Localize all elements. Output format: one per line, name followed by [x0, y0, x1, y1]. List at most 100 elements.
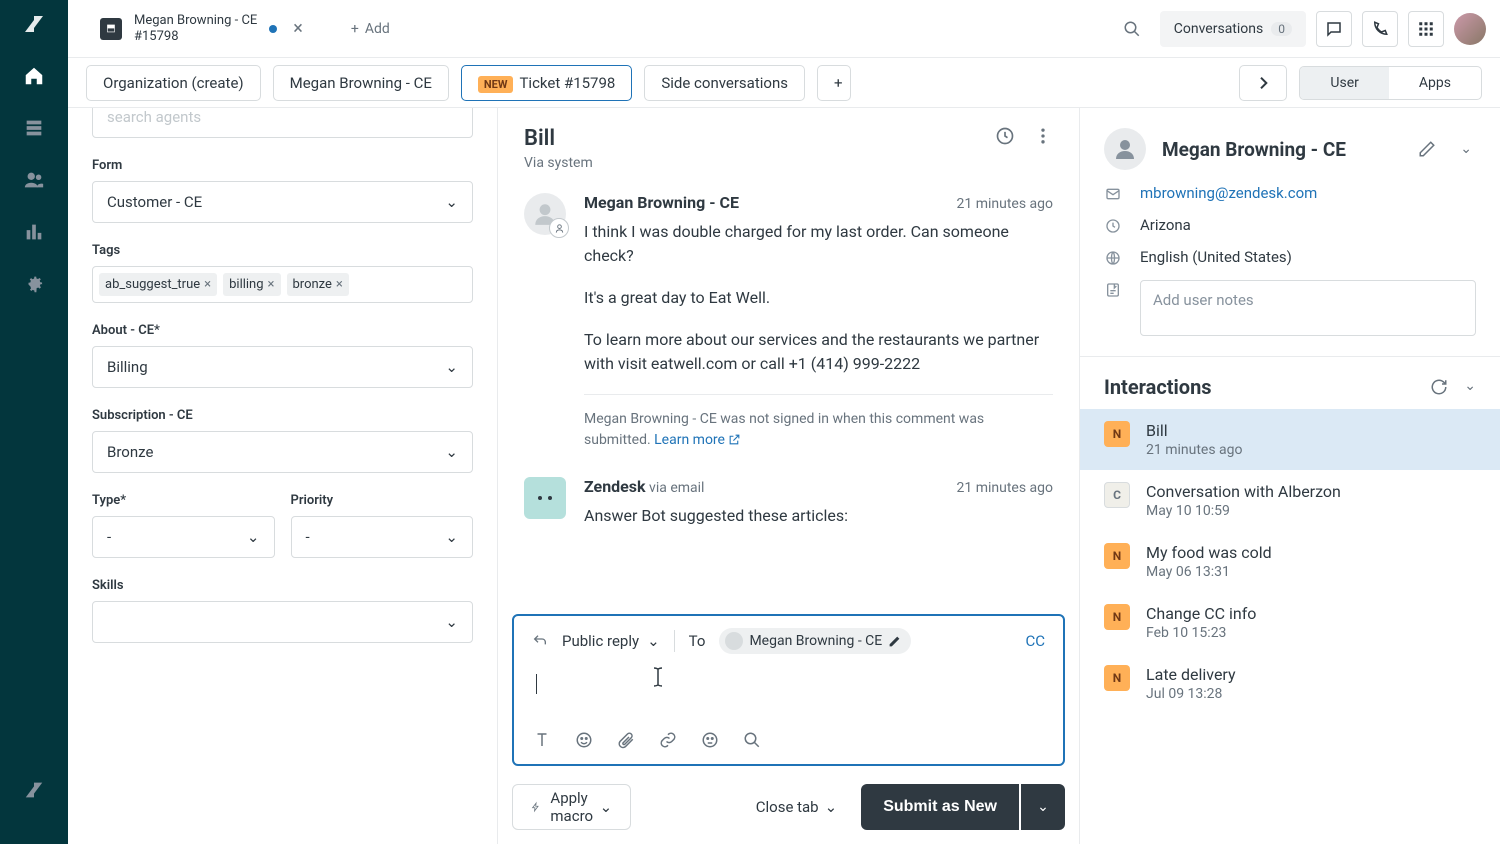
chevron-down-icon: ⌄ [445, 358, 458, 376]
add-label: Add [365, 21, 390, 37]
globe-icon [1104, 250, 1122, 266]
knowledge-icon[interactable] [700, 730, 720, 750]
toggle-user[interactable]: User [1300, 67, 1388, 99]
user-notes-textarea[interactable]: Add user notes [1140, 280, 1476, 336]
add-tab-button[interactable]: + Add [339, 15, 402, 43]
interaction-item[interactable]: N My food was coldMay 06 13:31 [1080, 531, 1500, 592]
user-email[interactable]: mbrowning@zendesk.com [1140, 184, 1317, 202]
submit-button[interactable]: Submit as New [861, 784, 1019, 830]
close-tab-dropdown[interactable]: Close tab ⌄ [746, 798, 847, 816]
home-icon[interactable] [22, 64, 46, 88]
tab-ticket[interactable]: NEWTicket #15798 [461, 65, 632, 101]
reply-arrow-icon [532, 633, 548, 649]
tab-organization[interactable]: Organization (create) [86, 65, 261, 101]
views-icon[interactable] [22, 116, 46, 140]
toggle-apps[interactable]: Apps [1389, 67, 1481, 99]
composer-textarea[interactable] [514, 666, 1063, 720]
search-composer-icon[interactable] [742, 730, 762, 750]
priority-select[interactable]: -⌄ [291, 516, 474, 558]
phone-icon-button[interactable] [1362, 11, 1398, 47]
interactions-list: N Bill21 minutes ago C Conversation with… [1080, 409, 1500, 714]
top-bar: ⬒ Megan Browning - CE #15798 × + Add Con… [68, 0, 1500, 58]
chevron-down-icon: ⌄ [445, 613, 458, 631]
reply-composer: Public reply ⌄ To Megan Browning - CE CC [512, 614, 1065, 766]
tag-chip[interactable]: bronze× [287, 273, 349, 296]
interactions-heading: Interactions [1104, 375, 1212, 399]
close-tab-icon[interactable]: × [289, 18, 307, 39]
apply-macro-dropdown[interactable]: Apply macro ⌄ [512, 784, 631, 830]
conversation-via: Via system [524, 155, 593, 171]
attachment-icon[interactable] [616, 730, 636, 750]
tab-ticket-label: Ticket #15798 [519, 74, 615, 92]
interaction-item[interactable]: C Conversation with AlberzonMay 10 10:59 [1080, 470, 1500, 531]
submit-dropdown[interactable]: ⌄ [1021, 784, 1065, 830]
context-tabs: Organization (create) Megan Browning - C… [68, 58, 1500, 108]
message-via: via email [646, 480, 705, 496]
workspace-tab[interactable]: ⬒ Megan Browning - CE #15798 × [90, 7, 317, 50]
ticket-tab-icon: ⬒ [100, 18, 122, 40]
collapse-icon[interactable]: ⌄ [1456, 137, 1476, 161]
clock-icon [1104, 218, 1122, 234]
tab-user[interactable]: Megan Browning - CE [273, 65, 449, 101]
tag-remove-icon[interactable]: × [268, 277, 275, 292]
zendesk-logo-icon[interactable] [22, 778, 46, 802]
link-icon[interactable] [658, 730, 678, 750]
tag-remove-icon[interactable]: × [204, 277, 211, 292]
edit-user-icon[interactable] [1414, 136, 1440, 162]
about-select[interactable]: Billing⌄ [92, 346, 473, 388]
refresh-icon[interactable] [1430, 378, 1448, 396]
text-format-icon[interactable] [532, 730, 552, 750]
form-select[interactable]: Customer - CE⌄ [92, 181, 473, 223]
emoji-icon[interactable] [574, 730, 594, 750]
cc-button[interactable]: CC [1025, 632, 1045, 650]
message-paragraph: I think I was double charged for my last… [584, 220, 1053, 268]
user-location: Arizona [1140, 216, 1191, 234]
tab-add[interactable]: + [817, 65, 851, 101]
interaction-item[interactable]: N Change CC infoFeb 10 15:23 [1080, 592, 1500, 653]
profile-avatar[interactable] [1454, 13, 1486, 45]
tag-remove-icon[interactable]: × [336, 277, 343, 292]
conversations-button[interactable]: Conversations 0 [1160, 11, 1306, 47]
text-cursor-icon [651, 666, 665, 688]
customers-icon[interactable] [22, 168, 46, 192]
chat-icon-button[interactable] [1316, 11, 1352, 47]
recipient-avatar-icon [725, 632, 743, 650]
interaction-item[interactable]: N Late deliveryJul 09 13:28 [1080, 653, 1500, 714]
search-button[interactable] [1114, 11, 1150, 47]
edit-icon[interactable] [888, 635, 901, 648]
apps-grid-icon-button[interactable] [1408, 11, 1444, 47]
interaction-item[interactable]: N Bill21 minutes ago [1080, 409, 1500, 470]
message-time: 21 minutes ago [956, 196, 1053, 212]
conversation-title: Bill [524, 126, 593, 151]
subscription-label: Subscription - CE [92, 408, 473, 423]
history-icon[interactable] [995, 126, 1015, 146]
status-badge: N [1104, 604, 1130, 630]
unsaved-dot-indicator [269, 25, 277, 33]
subscription-select[interactable]: Bronze⌄ [92, 431, 473, 473]
tag-chip[interactable]: billing× [223, 273, 280, 296]
admin-icon[interactable] [22, 272, 46, 296]
channel-badge-icon [549, 218, 569, 238]
next-ticket-button[interactable] [1239, 65, 1287, 101]
reply-type-dropdown[interactable]: Public reply ⌄ [562, 632, 660, 650]
type-select[interactable]: -⌄ [92, 516, 275, 558]
learn-more-link[interactable]: Learn more [654, 432, 741, 448]
message-time: 21 minutes ago [956, 480, 1053, 496]
skills-select[interactable]: ⌄ [92, 601, 473, 643]
message-paragraph: It's a great day to Eat Well. [584, 286, 1053, 310]
collapse-icon[interactable]: ⌄ [1464, 378, 1476, 396]
message: Megan Browning - CE 21 minutes ago I thi… [524, 185, 1053, 469]
search-agents-input[interactable]: search agents [92, 108, 473, 138]
status-badge: N [1104, 665, 1130, 691]
tab-side-conversations[interactable]: Side conversations [644, 65, 805, 101]
chevron-down-icon: ⌄ [647, 632, 660, 650]
reporting-icon[interactable] [22, 220, 46, 244]
more-icon[interactable] [1033, 126, 1053, 146]
message-author: Megan Browning - CE [584, 193, 739, 212]
sidebar-toggle: User Apps [1299, 66, 1482, 100]
tag-chip[interactable]: ab_suggest_true× [99, 273, 217, 296]
user-language: English (United States) [1140, 248, 1292, 266]
to-recipient-chip[interactable]: Megan Browning - CE [719, 628, 911, 654]
message-paragraph: To learn more about our services and the… [584, 328, 1053, 376]
tags-input[interactable]: ab_suggest_true× billing× bronze× [92, 266, 473, 303]
